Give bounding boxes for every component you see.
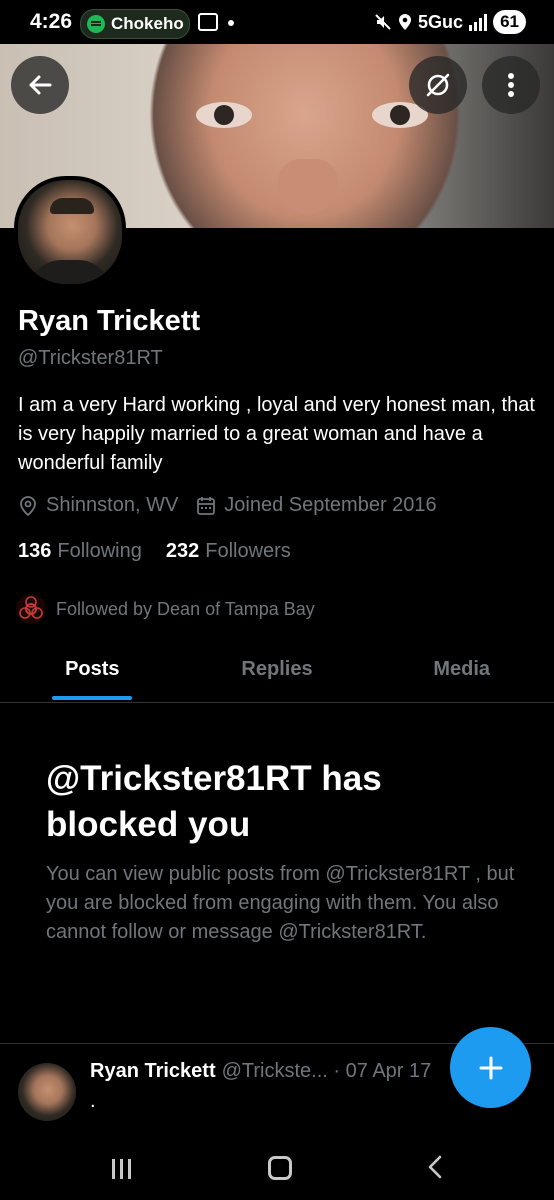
tab-replies[interactable]: Replies xyxy=(185,640,370,702)
post-author-name: Ryan Trickett xyxy=(90,1060,216,1082)
grok-icon xyxy=(426,73,450,97)
profile-tabs: Posts Replies Media xyxy=(0,640,554,703)
profile-joined: Joined September 2016 xyxy=(224,494,437,516)
back-button[interactable] xyxy=(11,56,69,114)
following-count: 136 xyxy=(18,540,52,562)
followers-link[interactable]: 232 Followers xyxy=(166,540,291,563)
media-pill[interactable]: Chokeho xyxy=(80,9,190,39)
system-nav-bar xyxy=(0,1133,554,1200)
profile-meta: Shinnston, WV Joined September 2016 xyxy=(18,494,437,517)
calendar-icon xyxy=(197,496,216,515)
notification-dot-icon xyxy=(228,20,234,26)
tab-posts[interactable]: Posts xyxy=(0,640,185,702)
home-button[interactable] xyxy=(268,1156,292,1180)
banner-nose xyxy=(278,159,338,214)
nav-back-icon[interactable] xyxy=(428,1155,442,1179)
screen-record-icon xyxy=(198,13,218,31)
status-time: 4:26 xyxy=(30,10,73,33)
follow-stats: 136 Following 232 Followers xyxy=(18,540,291,563)
location-pin-icon xyxy=(20,495,36,516)
followed-by-text: Followed by Dean of Tampa Bay xyxy=(56,598,315,619)
follower-avatar xyxy=(16,594,46,624)
location-icon xyxy=(399,14,412,30)
post-text: . xyxy=(90,1090,96,1112)
followers-count: 232 xyxy=(165,540,200,562)
spotify-icon xyxy=(87,15,105,33)
blocked-title: @Trickster81RT has blocked you xyxy=(46,759,382,844)
avatar-hair xyxy=(50,198,94,214)
profile-name: Ryan Trickett xyxy=(18,305,201,337)
arrow-left-icon xyxy=(29,75,52,95)
profile-bio: I am a very Hard working , loyal and ver… xyxy=(18,394,535,474)
post-author-avatar[interactable] xyxy=(18,1063,76,1121)
battery-level: 61 xyxy=(493,10,526,34)
post-date: · 07 Apr 17 xyxy=(333,1060,432,1082)
following-link[interactable]: 136 Following xyxy=(18,540,142,563)
more-vertical-icon xyxy=(508,73,514,97)
profile-handle: @Trickster81RT xyxy=(18,347,163,369)
following-label: Following xyxy=(57,540,142,562)
grok-button[interactable] xyxy=(409,56,467,114)
signal-icon xyxy=(469,13,488,31)
plus-icon xyxy=(479,1056,502,1079)
compose-button[interactable] xyxy=(450,1027,531,1108)
more-button[interactable] xyxy=(482,56,540,114)
status-indicators: 5Guc 61 xyxy=(374,10,526,34)
followed-by-row[interactable]: Followed by Dean of Tampa Bay xyxy=(16,594,315,624)
followers-label: Followers xyxy=(205,540,291,562)
profile-avatar[interactable] xyxy=(14,176,126,288)
tab-media[interactable]: Media xyxy=(369,640,554,702)
profile-location: Shinnston, WV xyxy=(46,494,179,516)
media-label: Chokeho xyxy=(111,14,184,33)
post-author-handle: @Trickste... xyxy=(221,1060,328,1082)
banner-eye-left xyxy=(196,102,252,128)
mute-icon xyxy=(375,14,391,30)
status-bar: 4:26 Chokeho 5Guc 61 xyxy=(0,0,554,44)
post-header[interactable]: Ryan Trickett @Trickste... · 07 Apr 17 xyxy=(90,1060,431,1083)
network-label: 5Guc xyxy=(418,11,464,32)
blocked-message: You can view public posts from @Trickste… xyxy=(46,863,515,943)
biohazard-icon xyxy=(19,596,43,619)
recent-apps-button[interactable] xyxy=(112,1159,131,1179)
avatar-shirt xyxy=(28,260,112,284)
